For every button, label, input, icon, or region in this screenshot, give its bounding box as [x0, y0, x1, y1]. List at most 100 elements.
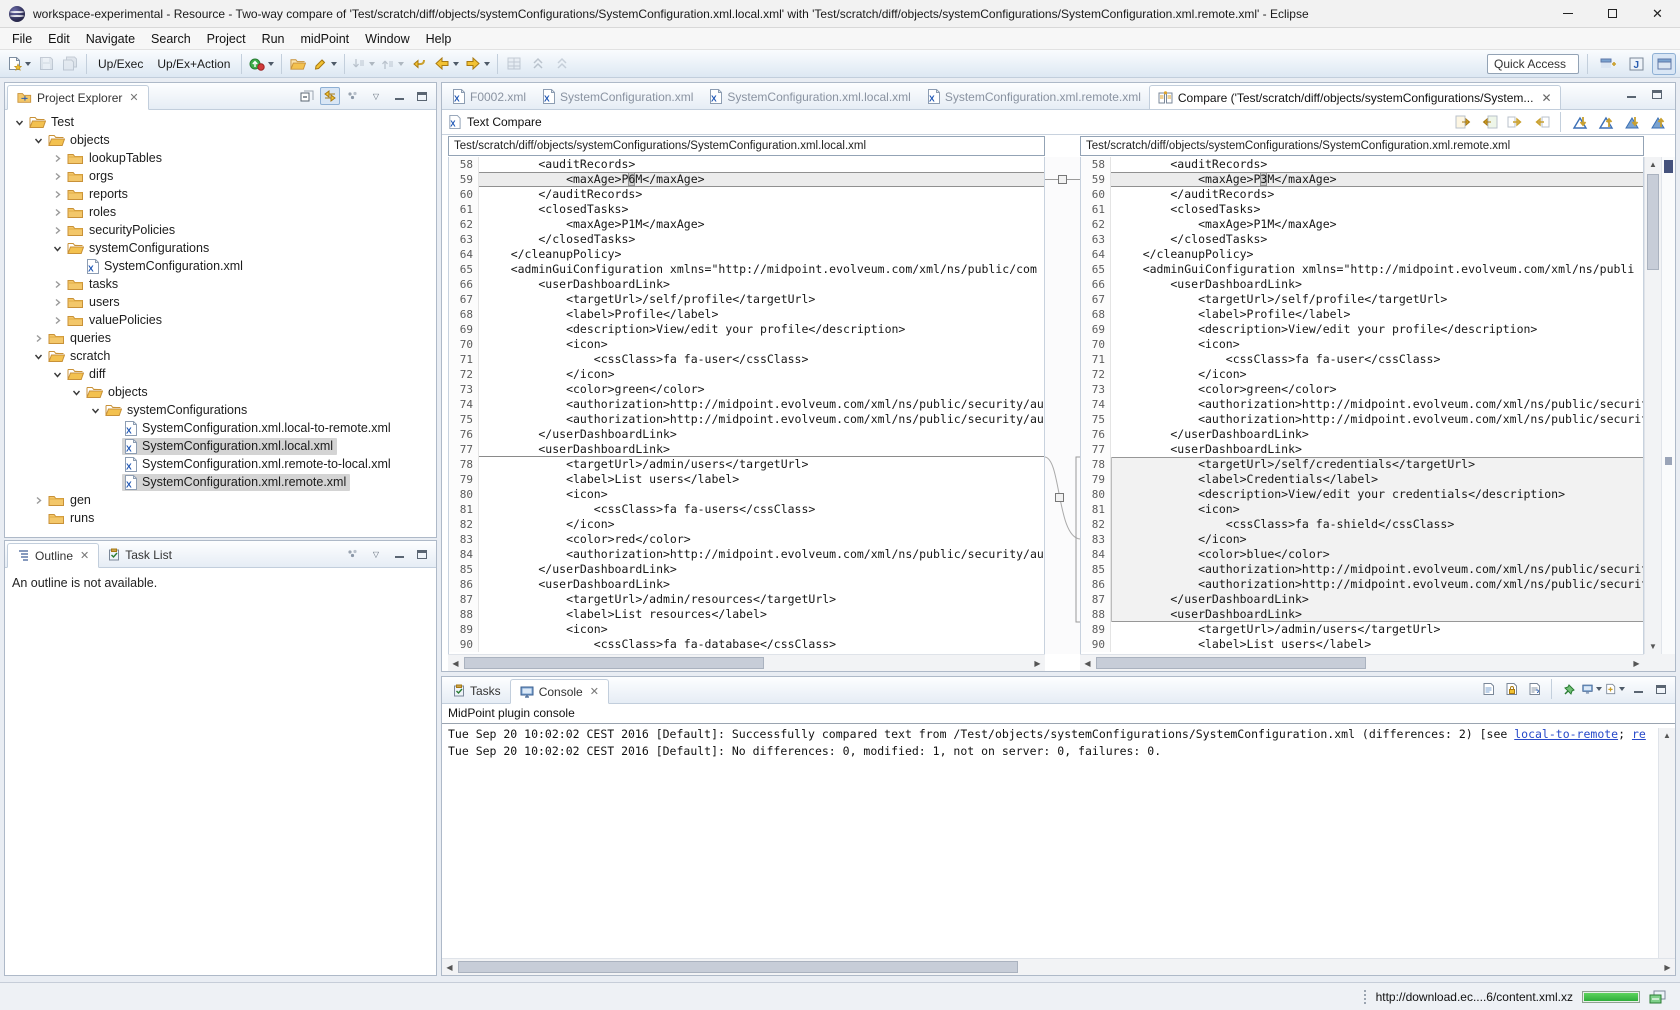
save-all-button[interactable] — [58, 53, 82, 75]
code-line-63[interactable]: 63 </closedTasks> — [1081, 232, 1643, 247]
window-minimize-button[interactable] — [1545, 0, 1590, 28]
word-wrap-button[interactable] — [1524, 680, 1544, 698]
maximize-view-button[interactable] — [412, 87, 432, 105]
code-line-73[interactable]: 73 <color>green</color> — [1081, 382, 1643, 397]
last-edit-location-button[interactable] — [407, 53, 431, 75]
tree-expanded-arrow-icon[interactable] — [11, 118, 27, 127]
code-line-67[interactable]: 67 <targetUrl>/self/profile</targetUrl> — [1081, 292, 1643, 307]
code-line-83[interactable]: 83 </icon> — [1081, 532, 1643, 547]
tree-item-queries[interactable]: queries — [5, 329, 436, 347]
tree-expanded-arrow-icon[interactable] — [87, 406, 103, 415]
code-line-88[interactable]: 88 <userDashboardLink> — [1081, 607, 1643, 622]
tree-item-SystemConfiguration.xml.local.xml[interactable]: XSystemConfiguration.xml.local.xml — [5, 437, 436, 455]
code-line-81[interactable]: 81 <icon> — [1081, 502, 1643, 517]
menu-item-file[interactable]: File — [4, 30, 40, 48]
tree-expanded-arrow-icon[interactable] — [49, 370, 65, 379]
view-filters-button[interactable] — [343, 545, 363, 563]
code-line-80[interactable]: 80 <icon> — [449, 487, 1044, 502]
mark-occurrences-button[interactable] — [310, 53, 340, 75]
scroll-down-icon[interactable]: ▼ — [1645, 639, 1661, 654]
code-line-82[interactable]: 82 <cssClass>fa fa-shield</cssClass> — [1081, 517, 1643, 532]
close-view-icon[interactable]: ✕ — [590, 685, 599, 698]
scrollbar-thumb[interactable] — [458, 961, 1018, 973]
maximize-editor-button[interactable] — [1647, 85, 1667, 103]
code-line-62[interactable]: 62 <maxAge>P1M</maxAge> — [1081, 217, 1643, 232]
overview-ruler[interactable] — [1661, 157, 1675, 654]
java-perspective-button[interactable]: J — [1624, 53, 1648, 75]
code-line-63[interactable]: 63 </closedTasks> — [449, 232, 1044, 247]
menu-item-project[interactable]: Project — [199, 30, 254, 48]
previous-difference-button[interactable] — [1595, 112, 1617, 132]
scroll-right-icon[interactable]: ▶ — [1629, 659, 1644, 668]
code-line-85[interactable]: 85 </userDashboardLink> — [449, 562, 1044, 577]
tree-collapsed-arrow-icon[interactable] — [49, 208, 65, 217]
tree-item-reports[interactable]: reports — [5, 185, 436, 203]
minimize-editor-button[interactable] — [1621, 85, 1641, 103]
window-close-button[interactable]: ✕ — [1635, 0, 1680, 28]
left-horizontal-scrollbar[interactable]: ◀ ▶ — [448, 654, 1045, 671]
show-whitespace-button[interactable] — [502, 53, 526, 75]
code-line-71[interactable]: 71 <cssClass>fa fa-user</cssClass> — [449, 352, 1044, 367]
tree-item-scratch[interactable]: scratch — [5, 347, 436, 365]
code-line-86[interactable]: 86 <authorization>http://midpoint.evolve… — [1081, 577, 1643, 592]
open-resource-button[interactable] — [286, 53, 310, 75]
tree-collapsed-arrow-icon[interactable] — [49, 190, 65, 199]
copy-current-right-to-left-button[interactable] — [1530, 112, 1552, 132]
code-line-74[interactable]: 74 <authorization>http://midpoint.evolve… — [449, 397, 1044, 412]
console-vertical-scrollbar[interactable]: ▲ — [1658, 728, 1675, 958]
editor-tab-compare[interactable]: Compare ('Test/scratch/diff/objects/syst… — [1149, 85, 1561, 109]
code-line-84[interactable]: 84 <authorization>http://midpoint.evolve… — [449, 547, 1044, 562]
code-line-58[interactable]: 58 <auditRecords> — [1081, 157, 1643, 172]
code-line-60[interactable]: 60 </auditRecords> — [449, 187, 1044, 202]
tree-collapsed-arrow-icon[interactable] — [49, 154, 65, 163]
code-line-64[interactable]: 64 </cleanupPolicy> — [449, 247, 1044, 262]
code-line-77[interactable]: 77 <userDashboardLink> — [449, 442, 1044, 457]
code-line-80[interactable]: 80 <description>View/edit your credentia… — [1081, 487, 1643, 502]
close-view-icon[interactable]: ✕ — [129, 91, 138, 104]
close-view-icon[interactable]: ✕ — [80, 549, 89, 562]
scrollbar-thumb[interactable] — [1647, 174, 1659, 270]
code-line-76[interactable]: 76 </userDashboardLink> — [1081, 427, 1643, 442]
save-button[interactable] — [34, 53, 58, 75]
new-wizard-button[interactable] — [4, 53, 34, 75]
up-ex-action-button[interactable]: Up/Ex+Action — [150, 53, 237, 75]
scrollbar-thumb[interactable] — [1096, 657, 1366, 669]
tree-collapsed-arrow-icon[interactable] — [49, 172, 65, 181]
code-line-62[interactable]: 62 <maxAge>P1M</maxAge> — [449, 217, 1044, 232]
tree-collapsed-arrow-icon[interactable] — [30, 496, 46, 505]
editor-tab-F0002.xml[interactable]: XF0002.xml — [444, 84, 534, 109]
code-line-70[interactable]: 70 <icon> — [1081, 337, 1643, 352]
code-line-59[interactable]: 59 <maxAge>P6M</maxAge> — [449, 172, 1044, 187]
tree-item-gen[interactable]: gen — [5, 491, 436, 509]
maximize-view-button[interactable] — [1651, 680, 1671, 698]
remote-to-local-link[interactable]: re — [1632, 727, 1646, 741]
tree-item-orgs[interactable]: orgs — [5, 167, 436, 185]
tree-expanded-arrow-icon[interactable] — [68, 388, 84, 397]
console-output[interactable]: Tue Sep 20 10:02:02 CEST 2016 [Default]:… — [442, 724, 1675, 958]
menu-item-midpoint[interactable]: midPoint — [293, 30, 358, 48]
previous-annotation-button[interactable] — [378, 53, 407, 75]
open-console-button[interactable] — [1605, 680, 1625, 698]
code-line-61[interactable]: 61 <closedTasks> — [1081, 202, 1643, 217]
view-filters-button[interactable] — [343, 87, 363, 105]
right-code[interactable]: 58 <auditRecords>59 <maxAge>P3M</maxAge>… — [1080, 157, 1644, 654]
tab-task-list[interactable]: Task List — [99, 542, 181, 567]
tree-collapsed-arrow-icon[interactable] — [49, 316, 65, 325]
minimize-view-button[interactable] — [1628, 680, 1648, 698]
copy-current-left-to-right-button[interactable] — [1504, 112, 1526, 132]
code-line-85[interactable]: 85 <authorization>http://midpoint.evolve… — [1081, 562, 1643, 577]
tab-project-explorer[interactable]: Project Explorer ✕ — [7, 85, 149, 110]
diff-marker[interactable] — [1664, 160, 1673, 173]
code-line-78[interactable]: 78 <targetUrl>/self/credentials</targetU… — [1081, 457, 1643, 472]
tree-item-lookupTables[interactable]: lookupTables — [5, 149, 436, 167]
code-line-60[interactable]: 60 </auditRecords> — [1081, 187, 1643, 202]
code-line-64[interactable]: 64 </cleanupPolicy> — [1081, 247, 1643, 262]
code-line-79[interactable]: 79 <label>List users</label> — [449, 472, 1044, 487]
code-line-90[interactable]: 90 <cssClass>fa fa-database</cssClass> — [449, 637, 1044, 652]
quick-access-box[interactable]: Quick Access — [1487, 54, 1579, 74]
tab-tasks[interactable]: Tasks — [444, 678, 510, 703]
code-line-75[interactable]: 75 <authorization>http://midpoint.evolve… — [449, 412, 1044, 427]
code-line-74[interactable]: 74 <authorization>http://midpoint.evolve… — [1081, 397, 1643, 412]
code-line-67[interactable]: 67 <targetUrl>/self/profile</targetUrl> — [449, 292, 1044, 307]
collapse-all-button[interactable] — [297, 87, 317, 105]
